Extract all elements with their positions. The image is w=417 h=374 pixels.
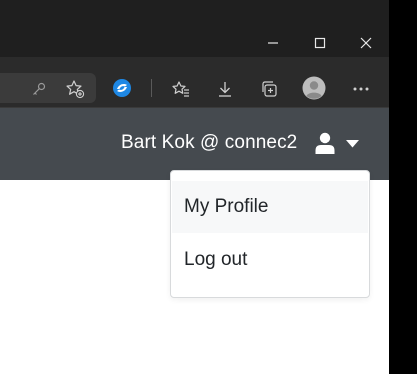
maximize-icon (314, 37, 326, 49)
downloads-icon[interactable] (213, 77, 237, 101)
collections-icon[interactable] (257, 77, 281, 101)
add-favorite-icon[interactable] (63, 77, 87, 101)
more-icon[interactable] (349, 77, 373, 101)
browser-toolbar (0, 57, 389, 108)
title-bar (0, 0, 389, 57)
close-button[interactable] (349, 26, 383, 60)
dropdown-item-my-profile[interactable]: My Profile (172, 181, 368, 233)
caret-down-icon[interactable] (346, 140, 359, 148)
browser-window: Bart Kok @ connec2 My Profile Log out (0, 0, 389, 374)
user-dropdown-menu: My Profile Log out (170, 170, 370, 298)
extension-icon[interactable] (110, 76, 134, 100)
user-menu-label[interactable]: Bart Kok @ connec2 (121, 132, 297, 154)
maximize-button[interactable] (303, 26, 337, 60)
minimize-button[interactable] (256, 26, 290, 60)
dropdown-item-log-out[interactable]: Log out (172, 234, 368, 286)
toolbar-separator (151, 79, 152, 97)
profile-avatar-icon[interactable] (302, 76, 326, 100)
close-icon (360, 37, 372, 49)
favorites-icon[interactable] (169, 77, 193, 101)
minimize-icon (268, 42, 278, 44)
key-icon[interactable] (27, 77, 51, 101)
user-icon[interactable] (315, 132, 335, 154)
